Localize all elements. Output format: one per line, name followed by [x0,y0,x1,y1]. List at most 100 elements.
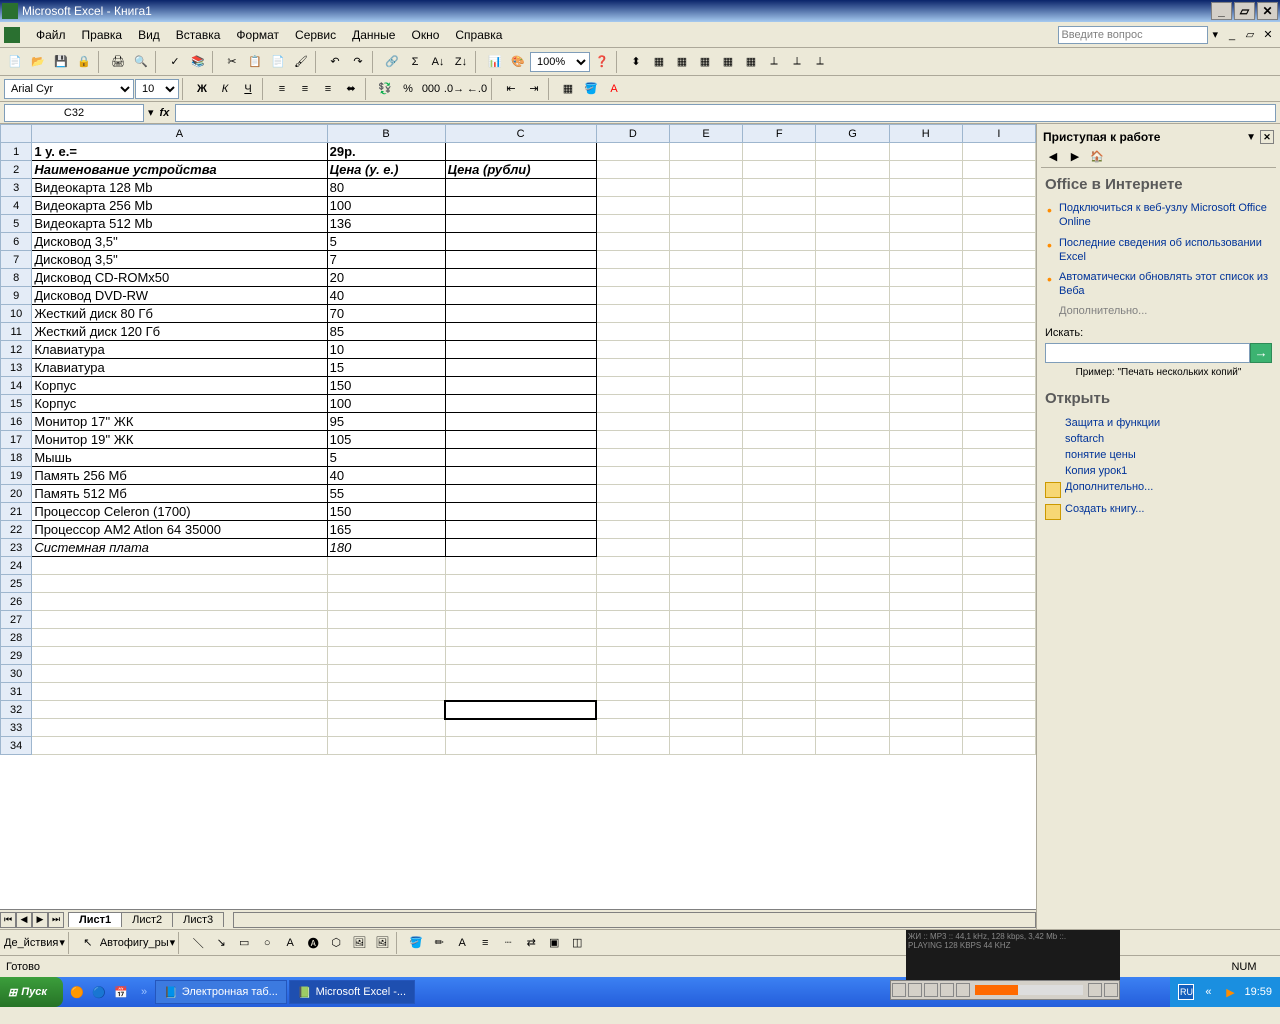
cell[interactable] [327,737,445,755]
cell[interactable] [962,557,1035,575]
cell[interactable] [669,719,742,737]
3d-icon[interactable]: ◫ [566,932,588,954]
textbox-icon[interactable]: A [279,932,301,954]
link-new-book[interactable]: Создать книгу... [1045,503,1272,515]
row-header[interactable]: 3 [1,179,32,197]
tab-nav-prev[interactable]: ◀ [16,912,32,928]
cell[interactable] [596,719,669,737]
row-header[interactable]: 26 [1,593,32,611]
arrow-icon[interactable]: ↘ [210,932,232,954]
taskbar-item-excel[interactable]: 📗 Microsoft Excel -... [289,980,415,1004]
cell[interactable] [962,701,1035,719]
cell[interactable] [327,719,445,737]
cell[interactable] [596,701,669,719]
cell[interactable] [743,665,816,683]
recent-file-1[interactable]: softarch [1045,431,1272,447]
clipart-icon[interactable]: 🖼 [348,932,370,954]
menu-help[interactable]: Справка [447,26,510,44]
autosum-icon[interactable]: Σ [404,51,426,73]
row-header[interactable]: 13 [1,359,32,377]
cell[interactable] [327,611,445,629]
cell[interactable] [445,611,596,629]
cell[interactable] [327,629,445,647]
row-header[interactable]: 17 [1,431,32,449]
col-header-D[interactable]: D [596,125,669,143]
tray-expand-icon[interactable]: « [1200,984,1216,1000]
cell[interactable] [32,737,327,755]
sort-asc-icon[interactable]: A↓ [427,51,449,73]
spell-icon[interactable]: ✓ [164,51,186,73]
recent-file-3[interactable]: Копия урок1 [1045,463,1272,479]
link-more[interactable]: Дополнительно... [1045,305,1272,317]
row-header[interactable]: 29 [1,647,32,665]
cell[interactable] [816,611,889,629]
link-office-online[interactable]: Подключиться к веб-узлу Microsoft Office… [1059,201,1272,230]
cell[interactable] [596,557,669,575]
sort-desc-icon[interactable]: Z↓ [450,51,472,73]
undo-icon[interactable]: ↶ [324,51,346,73]
shadow-icon[interactable]: ▣ [543,932,565,954]
doc-minimize-button[interactable]: _ [1224,27,1240,43]
horizontal-scrollbar[interactable] [233,912,1036,928]
cell[interactable] [669,611,742,629]
pointer-icon[interactable]: ↖ [77,932,99,954]
cell[interactable] [962,665,1035,683]
cell[interactable] [32,647,327,665]
extra9-icon[interactable]: ⟂ [809,51,831,73]
cell[interactable] [445,683,596,701]
hyperlink-icon[interactable]: 🔗 [381,51,403,73]
recent-file-2[interactable]: понятие цены [1045,447,1272,463]
cell[interactable] [32,719,327,737]
player-progress[interactable] [975,985,1083,995]
arrow-style-icon[interactable]: ⇄ [520,932,542,954]
cell[interactable] [743,593,816,611]
cell[interactable] [962,611,1035,629]
picture-icon[interactable]: 🖼 [371,932,393,954]
extra2-icon[interactable]: ▦ [648,51,670,73]
extra7-icon[interactable]: ⟂ [763,51,785,73]
col-header-A[interactable]: A [32,125,327,143]
cell[interactable] [889,629,962,647]
dash-style-icon[interactable]: ┈ [497,932,519,954]
col-header-B[interactable]: B [327,125,445,143]
row-header[interactable]: 11 [1,323,32,341]
row-header[interactable]: 5 [1,215,32,233]
row-header[interactable]: 25 [1,575,32,593]
doc-restore-button[interactable]: ▱ [1242,27,1258,43]
autoshapes-menu[interactable]: Автофигу_ры [100,937,169,949]
cell[interactable] [669,575,742,593]
copy-icon[interactable]: 📋 [244,51,266,73]
menu-tools[interactable]: Сервис [287,26,344,44]
taskpane-close-icon[interactable]: ✕ [1260,130,1274,144]
cell[interactable] [889,665,962,683]
cell[interactable] [889,575,962,593]
row-header[interactable]: 14 [1,377,32,395]
research-icon[interactable]: 📚 [187,51,209,73]
audio-player-controls[interactable] [890,980,1120,1000]
doc-close-button[interactable]: ✕ [1260,27,1276,43]
cell[interactable] [743,647,816,665]
cell[interactable] [743,737,816,755]
link-more-files[interactable]: Дополнительно... [1045,481,1272,493]
cell[interactable] [596,683,669,701]
cell[interactable] [669,737,742,755]
cell[interactable] [816,737,889,755]
cell[interactable] [962,683,1035,701]
line-style-icon[interactable]: ≡ [474,932,496,954]
row-header[interactable]: 21 [1,503,32,521]
cell[interactable] [669,593,742,611]
fill-icon[interactable]: 🪣 [405,932,427,954]
player-next-icon[interactable] [956,983,970,997]
extra6-icon[interactable]: ▦ [740,51,762,73]
cell[interactable] [816,701,889,719]
extra4-icon[interactable]: ▦ [694,51,716,73]
cell[interactable] [962,719,1035,737]
save-icon[interactable]: 💾 [50,51,72,73]
player-vol-icon[interactable] [1088,983,1102,997]
zoom-combo[interactable]: 100% [530,52,590,72]
tray-lang[interactable]: RU [1178,984,1194,1000]
name-box[interactable] [4,104,144,122]
cell[interactable] [743,719,816,737]
cell[interactable] [889,647,962,665]
menu-view[interactable]: Вид [130,26,168,44]
